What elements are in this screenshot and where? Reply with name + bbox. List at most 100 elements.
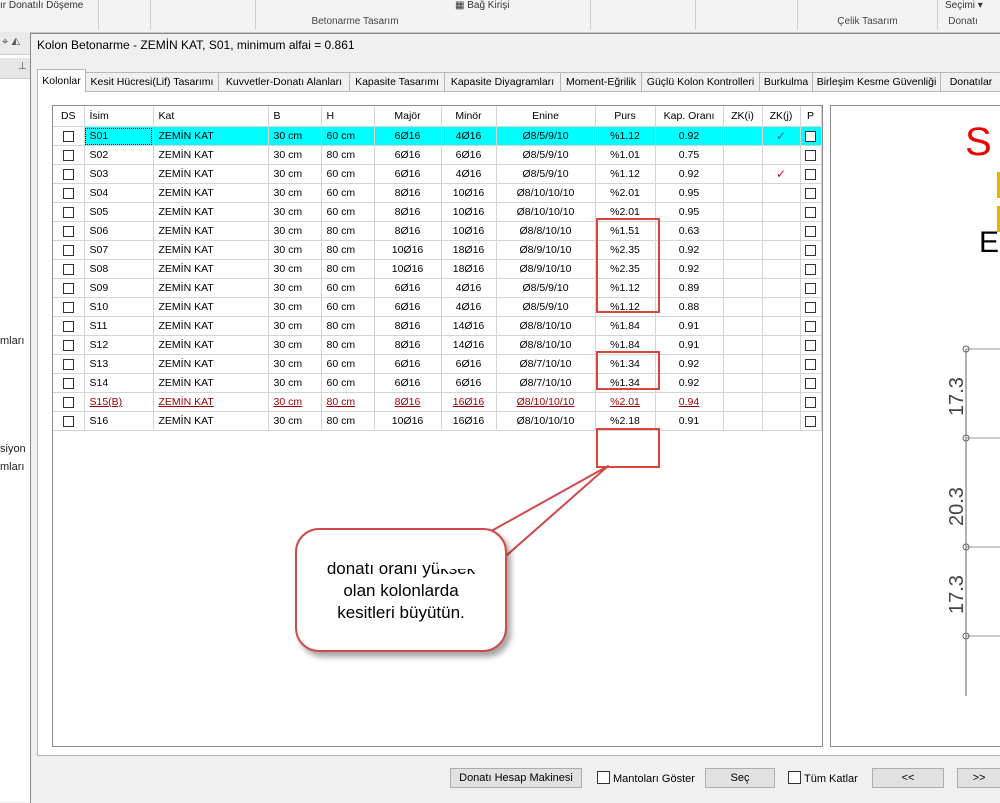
ds-cell[interactable]: [53, 183, 85, 203]
p-checkbox[interactable]: [805, 358, 816, 370]
ds-cell[interactable]: [53, 316, 85, 336]
tab-fiber-section[interactable]: Kesit Hücresi(Lif) Tasarımı: [85, 72, 219, 91]
table-row[interactable]: S02 ZEMİN KAT 30 cm 80 cm 6Ø16 6Ø16 Ø8/5/9/10%…: [53, 145, 822, 165]
ds-cell[interactable]: [53, 240, 85, 260]
column-header[interactable]: İsim: [84, 106, 154, 127]
ds-checkbox[interactable]: [62, 320, 74, 332]
column-header[interactable]: Minör: [441, 106, 497, 127]
table-row[interactable]: S14 ZEMİN KAT 30 cm 60 cm 6Ø16 6Ø16 Ø8/7/10/10…: [53, 373, 822, 393]
column-header[interactable]: Majör: [374, 106, 442, 127]
pin-icon[interactable]: ⊥: [18, 61, 27, 72]
ds-checkbox[interactable]: [62, 263, 74, 275]
ds-cell[interactable]: [53, 278, 85, 298]
p-checkbox[interactable]: [805, 168, 816, 180]
ds-checkbox[interactable]: [62, 282, 74, 294]
ds-cell[interactable]: [53, 259, 85, 279]
tab-buckling[interactable]: Burkulma: [759, 72, 813, 91]
ds-checkbox[interactable]: [62, 130, 74, 142]
ribbon-item-tie-beam[interactable]: ▦ Bağ Kirişi: [455, 0, 509, 11]
table-row[interactable]: S06 ZEMİN KAT 30 cm 80 cm 8Ø16 10Ø16 Ø8/8/10/1…: [53, 221, 822, 241]
p-checkbox[interactable]: [805, 130, 816, 142]
checkbox-box[interactable]: [788, 771, 801, 784]
column-header[interactable]: ZK(i): [723, 106, 763, 127]
ds-checkbox[interactable]: [62, 415, 74, 427]
all-floors-checkbox[interactable]: Tüm Katlar: [788, 771, 858, 786]
ds-cell[interactable]: [53, 392, 85, 412]
ds-cell[interactable]: [53, 335, 85, 355]
rebar-calculator-button[interactable]: Donatı Hesap Makinesi: [450, 768, 582, 788]
column-header[interactable]: ZK(j): [762, 106, 801, 127]
p-checkbox[interactable]: [805, 225, 816, 237]
column-header[interactable]: P: [800, 106, 822, 127]
ds-checkbox[interactable]: [62, 225, 74, 237]
tab-forces[interactable]: Kuvvetler-Donatı Alanları: [218, 72, 350, 91]
p-cell[interactable]: [800, 164, 822, 184]
column-header[interactable]: Enine: [496, 106, 596, 127]
table-row[interactable]: S08 ZEMİN KAT 30 cm 80 cm 10Ø16 18Ø16 Ø8/9/10/…: [53, 259, 822, 279]
table-row[interactable]: S01 ZEMİN KAT 30 cm 60 cm 6Ø16 4Ø16 Ø8/5/9/10%…: [53, 126, 822, 146]
ds-checkbox[interactable]: [62, 301, 74, 313]
p-cell[interactable]: [800, 316, 822, 336]
ribbon-item-slab[interactable]: ır Donatılı Döşeme: [0, 0, 83, 11]
column-header[interactable]: DS: [53, 106, 85, 127]
p-cell[interactable]: [800, 183, 822, 203]
table-row[interactable]: S09 ZEMİN KAT 30 cm 60 cm 6Ø16 4Ø16 Ø8/5/9/10%…: [53, 278, 822, 298]
ds-cell[interactable]: [53, 411, 85, 431]
ds-cell[interactable]: [53, 221, 85, 241]
ds-checkbox[interactable]: [62, 206, 74, 218]
p-cell[interactable]: [800, 221, 822, 241]
table-row[interactable]: S11 ZEMİN KAT 30 cm 80 cm 8Ø16 14Ø16 Ø8/8/10/1…: [53, 316, 822, 336]
table-row[interactable]: S12 ZEMİN KAT 30 cm 80 cm 8Ø16 14Ø16 Ø8/8/10/1…: [53, 335, 822, 355]
ds-checkbox[interactable]: [62, 358, 74, 370]
ds-checkbox[interactable]: [62, 339, 74, 351]
tab-capacity-design[interactable]: Kapasite Tasarımı: [349, 72, 445, 91]
tool-icon[interactable]: ⌖ ◭: [2, 36, 21, 49]
ds-cell[interactable]: [53, 202, 85, 222]
table-row[interactable]: S07 ZEMİN KAT 30 cm 80 cm 10Ø16 18Ø16 Ø8/9/10/…: [53, 240, 822, 260]
p-cell[interactable]: [800, 145, 822, 165]
p-cell[interactable]: [800, 373, 822, 393]
p-checkbox[interactable]: [805, 301, 816, 313]
p-cell[interactable]: [800, 202, 822, 222]
column-header[interactable]: Kap. Oranı: [655, 106, 724, 127]
p-checkbox[interactable]: [805, 320, 816, 332]
ds-checkbox[interactable]: [62, 244, 74, 256]
previous-button[interactable]: <<: [872, 768, 944, 788]
p-cell[interactable]: [800, 126, 822, 146]
next-button[interactable]: >>: [957, 768, 1000, 788]
ds-cell[interactable]: [53, 126, 85, 146]
select-button[interactable]: Seç: [705, 768, 775, 788]
p-cell[interactable]: [800, 354, 822, 374]
p-checkbox[interactable]: [805, 339, 816, 351]
table-row[interactable]: S05 ZEMİN KAT 30 cm 60 cm 8Ø16 10Ø16 Ø8/10/10/…: [53, 202, 822, 222]
ds-cell[interactable]: [53, 297, 85, 317]
p-checkbox[interactable]: [805, 149, 816, 161]
p-checkbox[interactable]: [805, 206, 816, 218]
table-row[interactable]: S04 ZEMİN KAT 30 cm 60 cm 8Ø16 10Ø16 Ø8/10/10/…: [53, 183, 822, 203]
ds-cell[interactable]: [53, 164, 85, 184]
column-header[interactable]: B: [268, 106, 322, 127]
p-checkbox[interactable]: [805, 396, 816, 408]
column-header[interactable]: H: [321, 106, 375, 127]
ds-checkbox[interactable]: [62, 168, 74, 180]
table-row[interactable]: S13 ZEMİN KAT 30 cm 60 cm 6Ø16 6Ø16 Ø8/7/10/10…: [53, 354, 822, 374]
ds-checkbox[interactable]: [62, 377, 74, 389]
tab-moment-curvature[interactable]: Moment-Eğrilik: [560, 72, 642, 91]
ds-cell[interactable]: [53, 354, 85, 374]
p-checkbox[interactable]: [805, 282, 816, 294]
p-checkbox[interactable]: [805, 263, 816, 275]
p-checkbox[interactable]: [805, 187, 816, 199]
checkbox-box[interactable]: [597, 771, 610, 784]
column-header[interactable]: Purs: [595, 106, 656, 127]
show-jackets-checkbox[interactable]: Mantoları Göster: [597, 771, 695, 786]
ds-checkbox[interactable]: [62, 149, 74, 161]
p-cell[interactable]: [800, 297, 822, 317]
table-row[interactable]: S16 ZEMİN KAT 30 cm 80 cm 10Ø16 16Ø16 Ø8/10/10…: [53, 411, 822, 431]
p-cell[interactable]: [800, 392, 822, 412]
ribbon-item-selection[interactable]: Seçimi ▾: [945, 0, 983, 11]
p-cell[interactable]: [800, 411, 822, 431]
tab-columns[interactable]: Kolonlar: [37, 69, 86, 92]
ds-checkbox[interactable]: [62, 187, 74, 199]
tab-capacity-diagrams[interactable]: Kapasite Diyagramları: [444, 72, 561, 91]
table-row[interactable]: S15(B) ZEMİN KAT 30 cm 80 cm 8Ø16 16Ø16 Ø8/10/…: [53, 392, 822, 412]
